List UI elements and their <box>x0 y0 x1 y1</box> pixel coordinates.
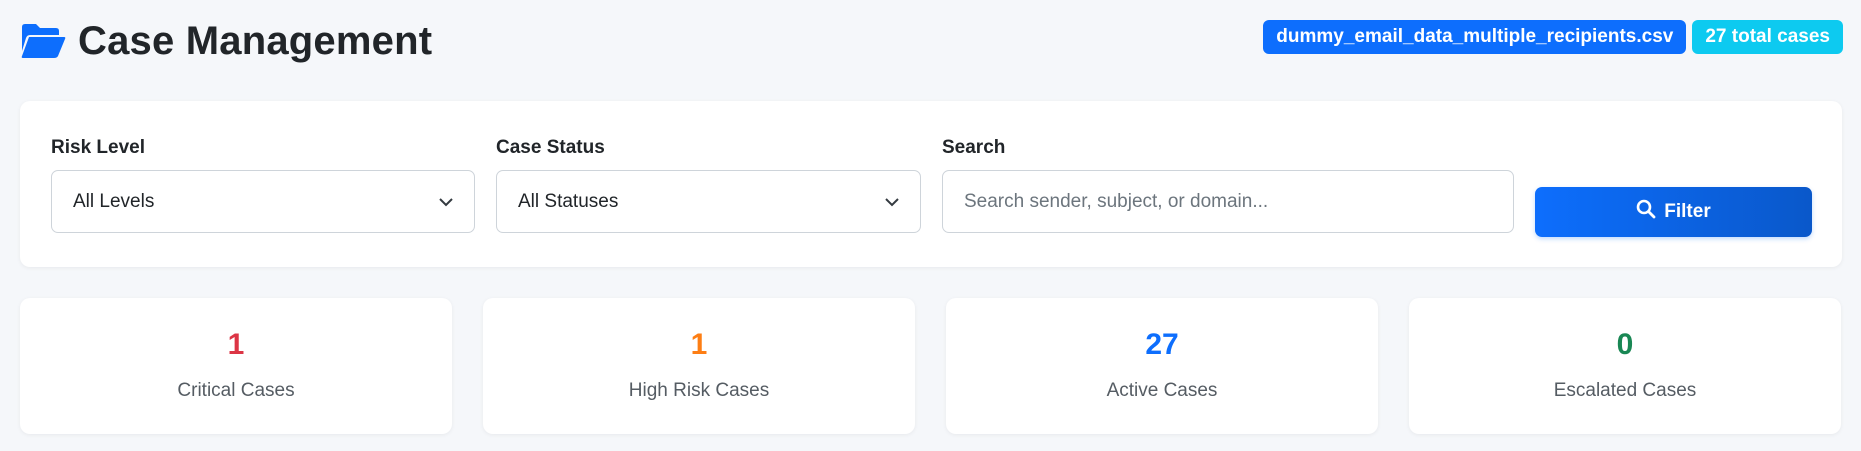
folder-open-icon <box>20 23 66 59</box>
page-header: Case Management dummy_email_data_multipl… <box>20 14 1843 68</box>
filter-button-label: Filter <box>1664 201 1711 222</box>
risk-level-value: All Levels <box>73 190 155 212</box>
search-placeholder: Search sender, subject, or domain... <box>964 190 1269 212</box>
case-status-label: Case Status <box>496 137 605 158</box>
page-title: Case Management <box>78 18 433 63</box>
risk-level-select[interactable]: All Levels <box>51 170 475 233</box>
critical-label: Critical Cases <box>177 380 295 401</box>
title-wrap: Case Management <box>20 19 432 64</box>
active-label: Active Cases <box>1106 380 1218 401</box>
filter-button[interactable]: Filter <box>1535 187 1812 237</box>
high-risk-count: 1 <box>690 328 708 361</box>
case-status-value: All Statuses <box>518 190 619 212</box>
escalated-count: 0 <box>1616 328 1634 361</box>
case-status-select[interactable]: All Statuses <box>496 170 921 233</box>
risk-level-field: Risk Level All Levels <box>51 137 475 233</box>
search-field: Search Search sender, subject, or domain… <box>942 137 1514 233</box>
escalated-label: Escalated Cases <box>1553 380 1697 401</box>
stat-card-critical: 1 Critical Cases <box>20 298 452 434</box>
total-cases-badge: 27 total cases <box>1692 20 1843 54</box>
critical-count: 1 <box>227 328 245 361</box>
header-badges: dummy_email_data_multiple_recipients.csv… <box>1263 20 1843 54</box>
search-input[interactable]: Search sender, subject, or domain... <box>942 170 1514 233</box>
stat-card-high-risk: 1 High Risk Cases <box>483 298 915 434</box>
filter-panel: Risk Level All Levels Case Status All St… <box>20 101 1842 267</box>
active-count: 27 <box>1145 328 1179 361</box>
case-status-field: Case Status All Statuses <box>496 137 921 233</box>
search-label: Search <box>942 137 1006 158</box>
stat-card-active: 27 Active Cases <box>946 298 1378 434</box>
high-risk-label: High Risk Cases <box>628 380 770 401</box>
chevron-down-icon <box>885 191 899 213</box>
search-icon <box>1636 199 1656 225</box>
stat-card-escalated: 0 Escalated Cases <box>1409 298 1841 434</box>
file-name-badge: dummy_email_data_multiple_recipients.csv <box>1263 20 1687 54</box>
chevron-down-icon <box>439 191 453 213</box>
risk-level-label: Risk Level <box>51 137 145 158</box>
